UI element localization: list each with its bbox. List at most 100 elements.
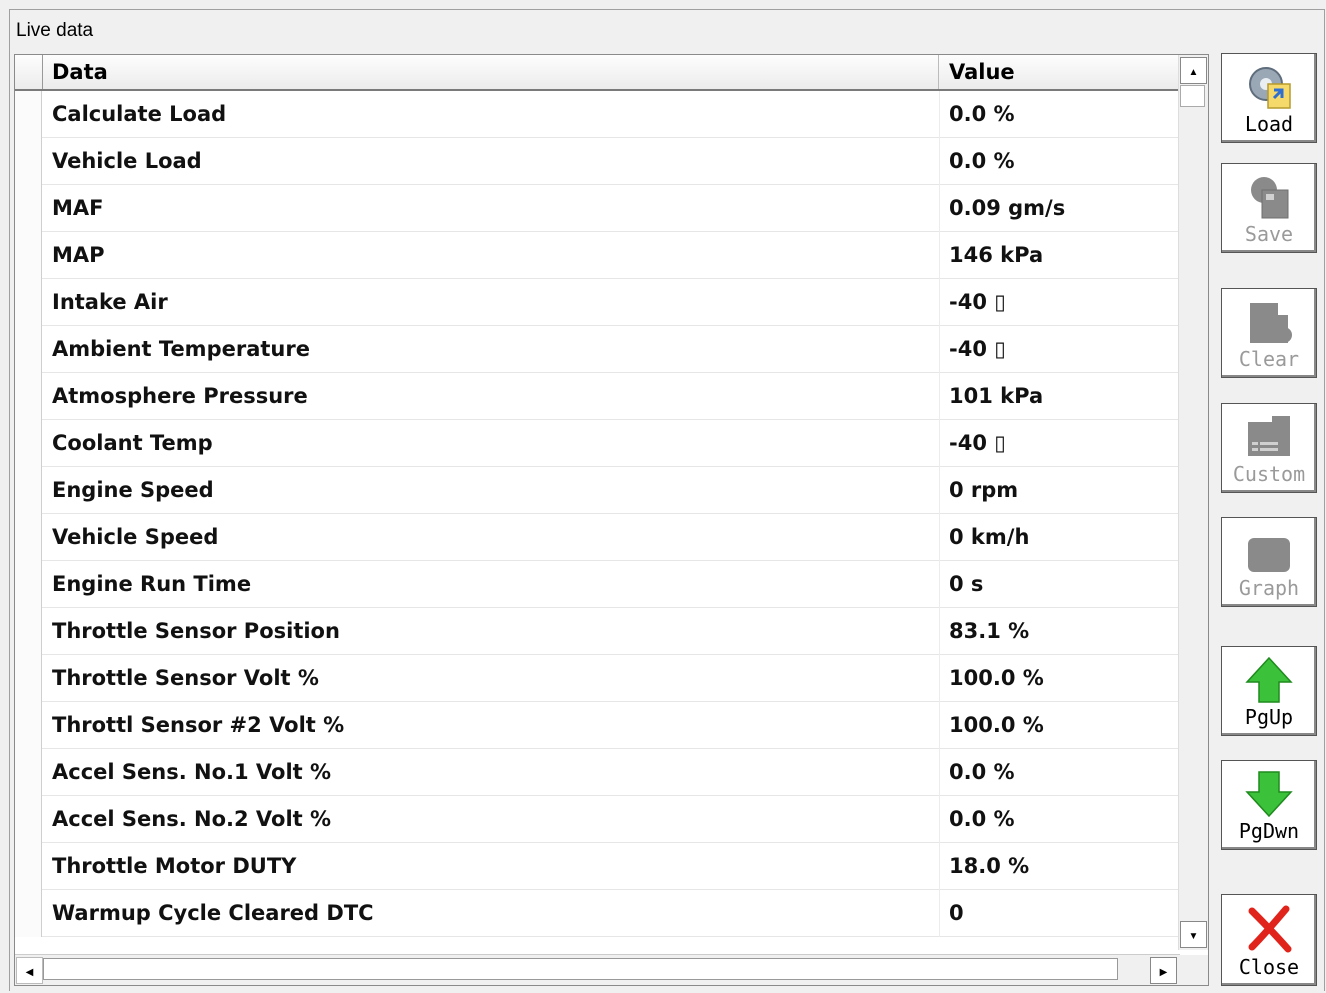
row-header[interactable] — [15, 373, 42, 420]
column-header-data[interactable]: Data — [42, 55, 939, 89]
data-value-cell: -40 ▯ — [949, 431, 1006, 455]
table-row[interactable]: Accel Sens. No.2 Volt % 0.0 % — [15, 796, 1180, 843]
data-name-cell: Warmup Cycle Cleared DTC — [52, 901, 374, 925]
data-value-cell: 100.0 % — [949, 666, 1044, 690]
row-header[interactable] — [15, 185, 42, 232]
data-name-cell: Vehicle Load — [52, 149, 202, 173]
data-value-cell: 0.0 % — [949, 807, 1015, 831]
arrow-up-icon — [1245, 656, 1293, 703]
table-row[interactable]: Vehicle Speed 0 km/h — [15, 514, 1180, 561]
data-name-cell: Ambient Temperature — [52, 337, 310, 361]
save-icon — [1251, 177, 1289, 219]
data-value-cell: 146 kPa — [949, 243, 1044, 267]
data-value-cell: 0.0 % — [949, 760, 1015, 784]
table-row[interactable]: Calculate Load 0.0 % — [15, 91, 1180, 138]
scroll-down-button[interactable]: ▼ — [1180, 921, 1207, 948]
column-header-value[interactable]: Value — [939, 55, 1180, 89]
data-name-cell: Engine Speed — [52, 478, 214, 502]
row-header[interactable] — [15, 749, 42, 796]
table-row[interactable]: Coolant Temp -40 ▯ — [15, 420, 1180, 467]
triangle-up-icon: ▲ — [1188, 67, 1199, 78]
row-header[interactable] — [15, 279, 42, 326]
vertical-scroll-thumb[interactable] — [1180, 85, 1205, 107]
table-row[interactable]: Atmosphere Pressure 101 kPa — [15, 373, 1180, 420]
table-row[interactable]: Warmup Cycle Cleared DTC 0 — [15, 890, 1180, 937]
live-data-window: Live data Data Value Calculate Load 0.0 %… — [9, 9, 1325, 991]
table-row[interactable]: Engine Speed 0 rpm — [15, 467, 1180, 514]
grid-rows: Calculate Load 0.0 % Vehicle Load 0.0 % MA… — [15, 91, 1180, 937]
row-header-corner — [15, 55, 43, 89]
scroll-up-button[interactable]: ▲ — [1180, 57, 1207, 84]
horizontal-scroll-thumb[interactable] — [43, 958, 1118, 980]
custom-button[interactable]: Custom — [1221, 403, 1317, 493]
data-name-cell: Throttle Motor DUTY — [52, 854, 297, 878]
data-name-cell: Throttl Sensor #2 Volt % — [52, 713, 345, 737]
scroll-right-button[interactable]: ▶ — [1150, 957, 1177, 984]
page-up-button[interactable]: PgUp — [1221, 646, 1317, 736]
data-value-cell: 101 kPa — [949, 384, 1044, 408]
save-button-label: Save — [1244, 222, 1294, 246]
data-value-cell: 0 km/h — [949, 525, 1030, 549]
table-row[interactable]: MAP 146 kPa — [15, 232, 1180, 279]
row-header[interactable] — [15, 843, 42, 890]
row-header[interactable] — [15, 514, 42, 561]
graph-button-label: Graph — [1238, 576, 1300, 600]
data-name-cell: Calculate Load — [52, 102, 227, 126]
save-button[interactable]: Save — [1221, 163, 1317, 253]
data-value-cell: 18.0 % — [949, 854, 1030, 878]
vertical-scrollbar[interactable]: ▲ ▼ — [1178, 55, 1208, 950]
row-header[interactable] — [15, 796, 42, 843]
scroll-left-button[interactable]: ◀ — [16, 957, 43, 984]
row-header[interactable] — [15, 91, 42, 138]
data-value-cell: 0.0 % — [949, 102, 1015, 126]
row-header[interactable] — [15, 702, 42, 749]
row-header[interactable] — [15, 655, 42, 702]
table-row[interactable]: Accel Sens. No.1 Volt % 0.0 % — [15, 749, 1180, 796]
row-header[interactable] — [15, 326, 42, 373]
table-row[interactable]: Engine Run Time 0 s — [15, 561, 1180, 608]
row-header[interactable] — [15, 232, 42, 279]
data-name-cell: Accel Sens. No.1 Volt % — [52, 760, 332, 784]
row-header[interactable] — [15, 467, 42, 514]
data-name-cell: MAP — [52, 243, 105, 267]
close-button[interactable]: Close — [1221, 894, 1317, 986]
data-name-cell: Atmosphere Pressure — [52, 384, 308, 408]
row-header[interactable] — [15, 420, 42, 467]
triangle-down-icon: ▼ — [1188, 931, 1199, 942]
table-row[interactable]: Throttl Sensor #2 Volt % 100.0 % — [15, 702, 1180, 749]
load-button-label: Load — [1244, 112, 1294, 136]
grid-header: Data Value — [15, 55, 1180, 91]
live-data-grid[interactable]: Data Value Calculate Load 0.0 % Vehicle L… — [14, 54, 1209, 986]
row-header[interactable] — [15, 561, 42, 608]
table-row[interactable]: Throttle Sensor Position 83.1 % — [15, 608, 1180, 655]
data-name-cell: Vehicle Speed — [52, 525, 219, 549]
table-row[interactable]: Throttle Motor DUTY 18.0 % — [15, 843, 1180, 890]
table-row[interactable]: MAF 0.09 gm/s — [15, 185, 1180, 232]
triangle-left-icon: ◀ — [25, 967, 34, 978]
load-button[interactable]: Load — [1221, 53, 1317, 143]
horizontal-scrollbar[interactable]: ◀ ▶ — [15, 954, 1180, 985]
table-row[interactable]: Throttle Sensor Volt % 100.0 % — [15, 655, 1180, 702]
data-name-cell: Throttle Sensor Position — [52, 619, 340, 643]
row-header[interactable] — [15, 138, 42, 185]
graph-icon — [1248, 538, 1290, 572]
table-row[interactable]: Vehicle Load 0.0 % — [15, 138, 1180, 185]
row-header[interactable] — [15, 890, 42, 937]
data-value-cell: 0 s — [949, 572, 984, 596]
data-value-cell: 0 — [949, 901, 964, 925]
arrow-down-icon — [1245, 771, 1293, 818]
data-name-cell: Throttle Sensor Volt % — [52, 666, 319, 690]
clear-icon — [1250, 303, 1292, 343]
scrollbar-corner — [1179, 955, 1208, 985]
page-down-button-label: PgDwn — [1238, 819, 1300, 843]
close-button-label: Close — [1238, 955, 1300, 979]
triangle-right-icon: ▶ — [1159, 967, 1168, 978]
row-header[interactable] — [15, 608, 42, 655]
table-row[interactable]: Ambient Temperature -40 ▯ — [15, 326, 1180, 373]
table-row[interactable]: Intake Air -40 ▯ — [15, 279, 1180, 326]
data-value-cell: 83.1 % — [949, 619, 1030, 643]
graph-button[interactable]: Graph — [1221, 517, 1317, 607]
page-down-button[interactable]: PgDwn — [1221, 760, 1317, 850]
clear-button[interactable]: Clear — [1221, 288, 1317, 378]
data-value-cell: 0.09 gm/s — [949, 196, 1066, 220]
